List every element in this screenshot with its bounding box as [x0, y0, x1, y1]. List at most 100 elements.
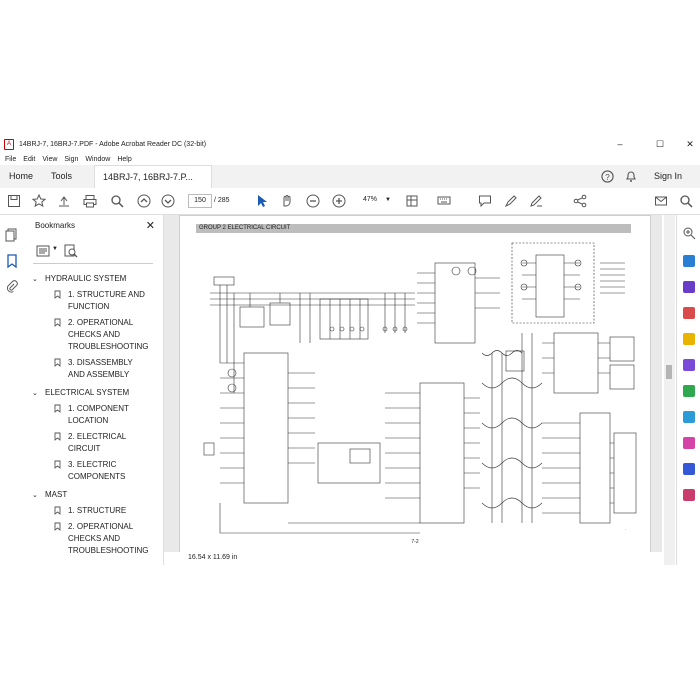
find-icon[interactable]	[109, 193, 125, 209]
bookmark-item[interactable]: TROUBLESHOOTING	[25, 341, 155, 353]
close-button[interactable]: ✕	[675, 135, 700, 153]
bookmark-label: AND ASSEMBLY	[68, 370, 130, 379]
organize-pages-icon[interactable]	[683, 385, 695, 397]
bookmark-label: 1. STRUCTURE	[68, 506, 127, 515]
bookmark-item[interactable]: ⌄ HYDRAULIC SYSTEM	[25, 273, 155, 285]
bookmark-label: TROUBLESHOOTING	[68, 546, 149, 555]
highlight-pen-icon[interactable]	[503, 193, 519, 209]
tab-tools[interactable]: Tools	[51, 165, 72, 188]
menu-help[interactable]: Help	[117, 156, 131, 163]
zoom-level: 47%	[362, 196, 377, 203]
find-bookmark-icon[interactable]	[63, 243, 79, 259]
bookmark-item[interactable]: CHECKS AND	[25, 533, 155, 545]
page-dimensions: 16.54 x 11.69 in	[188, 554, 238, 561]
page-thumbnails-icon[interactable]	[4, 227, 20, 243]
select-cursor-icon[interactable]	[254, 193, 270, 209]
attachments-icon[interactable]	[4, 279, 20, 295]
bookmark-label: 2. ELECTRICAL	[68, 432, 127, 441]
menu-edit[interactable]: Edit	[23, 156, 35, 163]
pdf-page: GROUP 2 ELECTRICAL CIRCUIT · 7-2	[179, 215, 651, 552]
window-title: 14BRJ-7, 16BRJ-7.PDF - Adobe Acrobat Rea…	[19, 140, 207, 148]
tab-document[interactable]: 14BRJ-7, 16BRJ-7.P... ✕	[94, 165, 212, 205]
zoom-out-icon[interactable]	[305, 193, 321, 209]
print-icon[interactable]	[82, 193, 98, 209]
zoom-dropdown[interactable]: 47% ▼	[357, 194, 391, 206]
save-icon[interactable]	[6, 193, 22, 209]
bookmark-item[interactable]: FUNCTION	[25, 301, 155, 313]
bookmark-label: CIRCUIT	[68, 444, 101, 453]
bookmark-item[interactable]: ⌄ MAST	[25, 489, 155, 501]
keyboard-icon[interactable]	[436, 193, 452, 209]
menu-file[interactable]: File	[5, 156, 16, 163]
page-number-input[interactable]: 150	[188, 194, 212, 208]
title-bar: A 14BRJ-7, 16BRJ-7.PDF - Adobe Acrobat R…	[0, 135, 700, 153]
tab-home[interactable]: Home	[9, 165, 33, 188]
bookmark-item[interactable]: 2. ELECTRICAL	[25, 431, 155, 443]
bookmark-item[interactable]: ⌄ ELECTRICAL SYSTEM	[25, 387, 155, 399]
chevron-down-icon[interactable]: ▼	[52, 246, 58, 252]
page-display-icon[interactable]	[404, 193, 420, 209]
bookmark-item[interactable]: 3. DISASSEMBLY	[25, 357, 155, 369]
menu-view[interactable]: View	[42, 156, 57, 163]
hand-tool-icon[interactable]	[279, 193, 295, 209]
redact-icon[interactable]	[683, 489, 695, 501]
notifications-icon[interactable]	[625, 165, 637, 188]
upload-icon[interactable]	[56, 193, 72, 209]
maximize-button[interactable]: ☐	[645, 135, 675, 153]
bookmark-item[interactable]: CIRCUIT	[25, 443, 155, 455]
document-scrollbar[interactable]	[664, 215, 675, 565]
export-pdf-icon[interactable]	[683, 255, 695, 267]
bookmark-item[interactable]: 1. STRUCTURE	[25, 505, 155, 517]
bookmark-label: COMPONENTS	[68, 472, 126, 481]
share-icon[interactable]	[572, 193, 588, 209]
sign-in-link[interactable]: Sign In	[654, 165, 682, 188]
bookmark-item[interactable]: AND ASSEMBLY	[25, 369, 155, 381]
bookmark-item[interactable]: 2. OPERATIONAL	[25, 521, 155, 533]
electrical-schematic: ·	[203, 242, 637, 534]
left-nav-rail	[0, 215, 26, 565]
previous-page-icon[interactable]	[136, 193, 152, 209]
search-icon[interactable]	[678, 193, 694, 209]
bookmark-item[interactable]: CHECKS AND	[25, 329, 155, 341]
fill-and-sign-icon[interactable]	[683, 437, 695, 449]
email-icon[interactable]	[653, 193, 669, 209]
scan-ocr-icon[interactable]	[683, 411, 695, 423]
bookmark-item[interactable]: 3. ELECTRIC	[25, 459, 155, 471]
bookmarks-panel: Bookmarks ✕ ▼ ⌄ HYDRAULIC SYSTEM 1. STRUCT…	[25, 215, 187, 565]
bookmark-options-icon[interactable]	[35, 243, 51, 259]
document-view[interactable]: GROUP 2 ELECTRICAL CIRCUIT · 7-2	[164, 215, 662, 552]
bookmark-label: CHECKS AND	[68, 534, 121, 543]
edit-pdf-icon[interactable]	[683, 281, 695, 293]
close-panel-icon[interactable]: ✕	[146, 219, 155, 232]
bookmark-item[interactable]: LOCATION	[25, 415, 155, 427]
menu-window[interactable]: Window	[85, 156, 110, 163]
help-icon[interactable]: ?	[601, 165, 614, 188]
status-bar: 16.54 x 11.69 in	[164, 552, 662, 565]
bookmark-item[interactable]: 1. STRUCTURE AND	[25, 289, 155, 301]
fill-sign-icon[interactable]	[528, 193, 544, 209]
bookmarks-panel-icon[interactable]	[4, 253, 20, 269]
bookmark-label: 1. STRUCTURE AND	[68, 290, 145, 299]
menu-bar: File Edit View Sign Window Help	[0, 153, 700, 165]
create-pdf-icon[interactable]	[683, 307, 695, 319]
bookmark-item[interactable]: 1. COMPONENT	[25, 403, 155, 415]
minimize-button[interactable]: –	[605, 135, 635, 153]
bookmark-item[interactable]: COMPONENTS	[25, 471, 155, 483]
bookmark-item[interactable]: TROUBLESHOOTING	[25, 545, 155, 557]
acrobat-icon: A	[4, 138, 14, 150]
tab-bar: Home Tools 14BRJ-7, 16BRJ-7.P... ✕ ? Sig…	[0, 165, 700, 205]
combine-files-icon[interactable]	[683, 359, 695, 371]
document-scrollbar-thumb[interactable]	[666, 365, 672, 379]
chevron-down-icon: ⌄	[32, 492, 38, 499]
zoom-search-icon[interactable]	[681, 225, 697, 241]
zoom-in-icon[interactable]	[331, 193, 347, 209]
bookmark-item[interactable]: 2. OPERATIONAL	[25, 317, 155, 329]
comment-icon[interactable]	[477, 193, 493, 209]
menu-sign[interactable]: Sign	[64, 156, 78, 163]
bookmarks-toolbar: ▼	[33, 243, 153, 264]
protect-icon[interactable]	[683, 463, 695, 475]
next-page-icon[interactable]	[160, 193, 176, 209]
comment-tool-icon[interactable]	[683, 333, 695, 345]
bookmark-star-icon[interactable]	[31, 193, 47, 209]
bookmark-label: CHECKS AND	[68, 330, 121, 339]
